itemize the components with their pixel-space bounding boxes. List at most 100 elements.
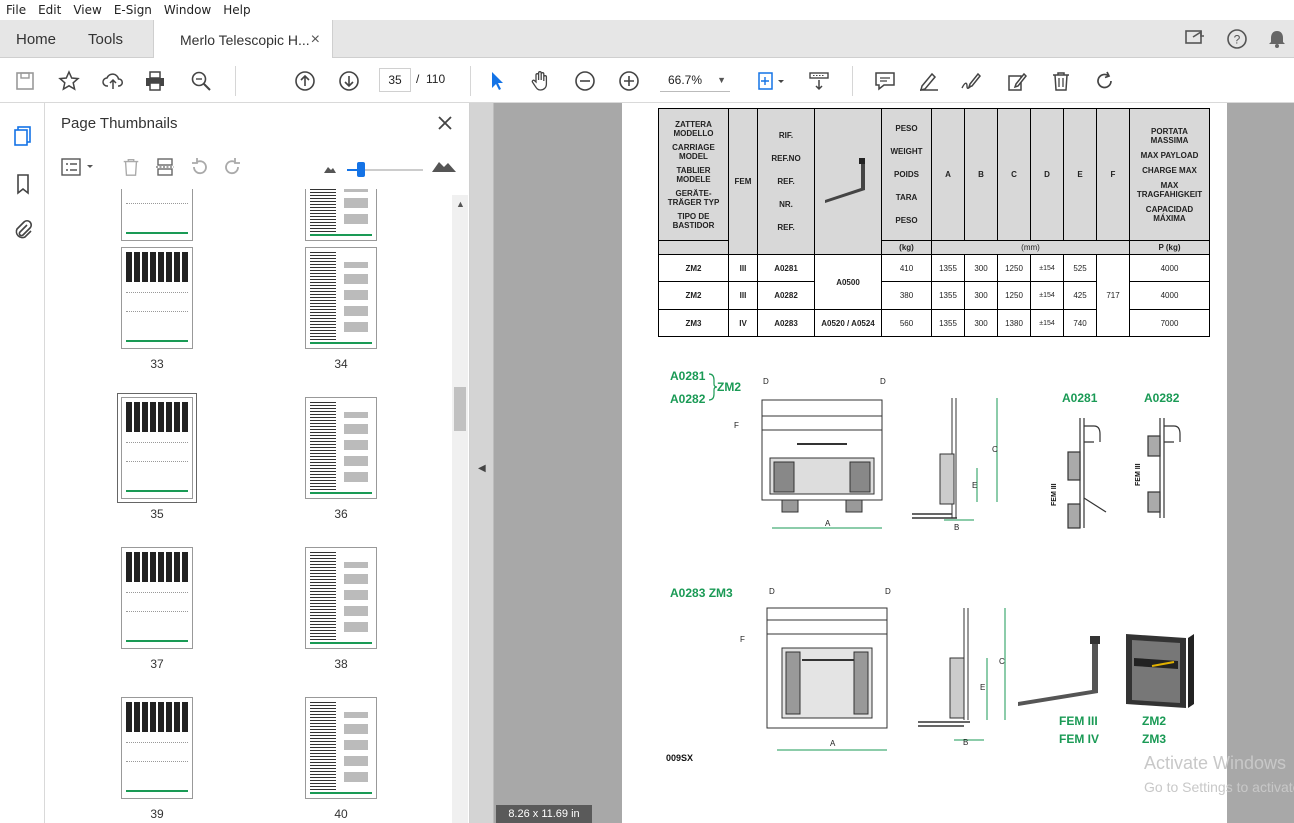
carriage-side-drawing-bottom [918, 608, 1006, 741]
scroll-mode-icon[interactable] [806, 68, 832, 94]
header-text: GERÄTE-TRÄGER TYP [667, 188, 720, 207]
toolbar-separator [852, 66, 853, 96]
zoom-out-icon[interactable] [572, 68, 598, 94]
large-thumbnail-icon[interactable] [431, 155, 457, 178]
next-page-icon[interactable] [336, 68, 362, 94]
notification-bell-icon[interactable] [1264, 26, 1290, 52]
page-thumbnail[interactable] [305, 697, 377, 799]
edit-pdf-icon[interactable] [1004, 68, 1030, 94]
thumbnail-scrollbar[interactable]: ▲ [452, 195, 468, 823]
delete-page-icon[interactable] [121, 157, 141, 182]
carriage-front-drawing-bottom [766, 607, 888, 751]
page-thumbnail[interactable] [121, 189, 193, 241]
page-thumbnail[interactable] [117, 393, 197, 503]
thumbnail-options-icon[interactable] [61, 157, 97, 182]
page-thumbnails-icon[interactable] [10, 123, 36, 149]
weight-unit: (kg) [881, 240, 932, 255]
page-thumbnail[interactable] [305, 189, 377, 241]
document-viewer[interactable]: ZATTERA MODELLO CARRIAGE MODEL TABLIER M… [494, 103, 1294, 823]
page-thumbnail[interactable] [305, 397, 377, 499]
scroll-up-icon[interactable]: ▲ [456, 199, 465, 209]
zoom-in-icon[interactable] [616, 68, 642, 94]
bookmark-star-icon[interactable] [56, 68, 82, 94]
dim-b-header: B [964, 108, 998, 241]
page-thumbnail-label: 39 [150, 807, 164, 821]
rotate-right-icon[interactable] [223, 157, 243, 182]
table-row: ZM2 III A0281 A0500 410 1355 300 1250 ±1… [658, 254, 1210, 337]
page-thumbnail[interactable] [121, 247, 193, 349]
cell-fem: III [728, 281, 758, 310]
page-thumbnail-label: 40 [334, 807, 348, 821]
menu-help[interactable]: Help [217, 3, 256, 17]
thumbnail-preview [310, 189, 372, 238]
small-thumbnail-icon[interactable] [323, 161, 337, 179]
drawing-code: 009SX [666, 753, 693, 763]
print-icon[interactable] [142, 68, 168, 94]
bookmarks-icon[interactable] [10, 171, 36, 197]
thumbnail-size-slider[interactable] [347, 162, 423, 177]
scrollbar-thumb[interactable] [454, 387, 466, 431]
cell-fem: IV [728, 309, 758, 337]
menu-file[interactable]: File [0, 3, 32, 17]
collapse-arrow-icon[interactable]: ◀ [478, 463, 486, 474]
previous-page-icon[interactable] [292, 68, 318, 94]
tab-close-icon[interactable]: × [311, 31, 320, 49]
tab-document-title: Merlo Telescopic H... [180, 31, 310, 48]
slider-handle[interactable] [357, 162, 365, 177]
page-thumbnail[interactable] [305, 547, 377, 649]
page-thumbnail-label: 33 [150, 357, 164, 371]
dim-label-f: F [740, 635, 745, 644]
page-number-input[interactable]: 35 [379, 68, 411, 92]
attachments-paperclip-icon[interactable] [10, 217, 36, 243]
close-panel-icon[interactable] [435, 113, 455, 133]
extract-pages-icon[interactable] [155, 157, 175, 182]
dim-label-b: B [963, 738, 968, 747]
select-cursor-icon[interactable] [484, 68, 510, 94]
share-screen-icon[interactable] [1182, 26, 1208, 52]
zoom-search-icon[interactable] [188, 68, 214, 94]
save-icon[interactable] [12, 68, 38, 94]
page-thumbnail-label: 38 [334, 657, 348, 671]
upload-cloud-icon[interactable] [100, 68, 126, 94]
highlight-pen-icon[interactable] [916, 68, 942, 94]
menu-esign[interactable]: E-Sign [108, 3, 158, 17]
rotate-left-icon[interactable] [189, 157, 209, 182]
hand-tool-icon[interactable] [528, 68, 554, 94]
page-thumbnail[interactable] [121, 547, 193, 649]
cell-fork: A0500 [814, 254, 882, 310]
comment-icon[interactable] [872, 68, 898, 94]
zoom-level-value: 66.7% [668, 72, 703, 87]
help-icon[interactable]: ? [1224, 26, 1250, 52]
page-thumbnail-label: 37 [150, 657, 164, 671]
tab-home[interactable]: Home [0, 20, 72, 58]
delete-trash-icon[interactable] [1048, 68, 1074, 94]
tab-bar: Home Tools Merlo Telescopic H... × ? [0, 20, 1294, 59]
cell-ref: A0281 [757, 254, 815, 282]
draw-sign-icon[interactable] [958, 68, 984, 94]
page-thumbnails-panel: Page Thumbnails 31323334353637383940 [45, 103, 470, 823]
fork-icon [814, 108, 882, 255]
model-header-blank [658, 240, 729, 255]
weight-header: PESO WEIGHT POIDS TARA PESO [881, 108, 932, 241]
thumbnail-list[interactable]: 31323334353637383940 [45, 189, 450, 823]
panel-collapse-bar[interactable]: ◀ [470, 103, 494, 823]
dim-label-e: E [972, 481, 977, 490]
header-text: PESO [895, 216, 918, 225]
thumbnail-toolbar [45, 147, 470, 187]
dim-label-c: C [992, 445, 998, 454]
left-navigation-rail [0, 103, 45, 823]
menu-window[interactable]: Window [158, 3, 217, 17]
redo-icon[interactable] [1092, 68, 1118, 94]
menu-view[interactable]: View [67, 3, 107, 17]
fit-page-icon[interactable] [752, 68, 788, 94]
tab-document[interactable]: Merlo Telescopic H... × [153, 20, 333, 59]
header-text: WEIGHT [890, 147, 923, 156]
page-thumbnail[interactable] [121, 697, 193, 799]
menu-bar: File Edit View E-Sign Window Help [0, 0, 1294, 20]
tab-tools[interactable]: Tools [72, 20, 139, 58]
carriage-side-drawing-top [912, 398, 998, 521]
page-thumbnail[interactable] [305, 247, 377, 349]
menu-edit[interactable]: Edit [32, 3, 67, 17]
zoom-level-select[interactable]: 66.7% ▼ [660, 68, 730, 92]
label-fem3: FEM III [1059, 714, 1098, 728]
